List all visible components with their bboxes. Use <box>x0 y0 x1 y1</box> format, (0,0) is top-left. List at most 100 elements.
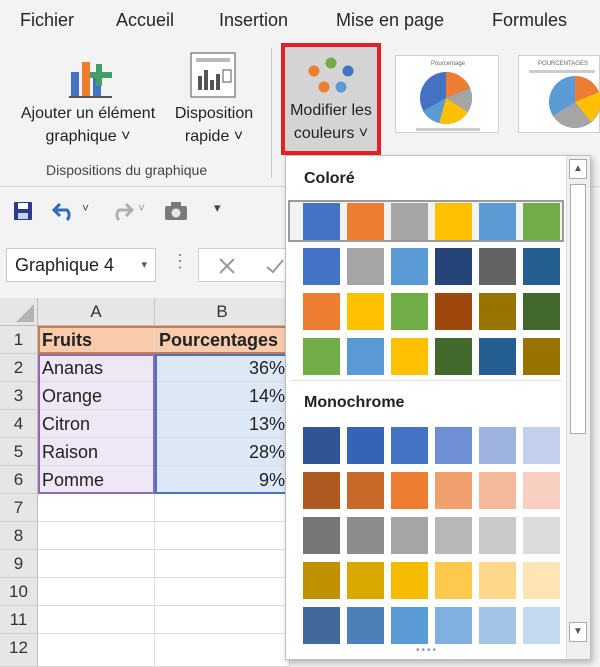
colorful-swatch[interactable] <box>523 338 560 375</box>
redo-dropdown-icon[interactable]: ˅ <box>138 201 145 215</box>
colorful-swatch[interactable] <box>391 293 428 330</box>
row-header[interactable]: 3 <box>0 382 38 410</box>
monochrome-swatch[interactable] <box>435 607 472 644</box>
colorful-swatch[interactable] <box>391 203 428 240</box>
row-header[interactable]: 9 <box>0 550 38 578</box>
monochrome-swatch[interactable] <box>303 427 340 464</box>
monochrome-swatch[interactable] <box>347 472 384 509</box>
add-chart-element-button[interactable]: Ajouter un élément graphique ˅ <box>8 48 168 150</box>
monochrome-swatch[interactable] <box>347 607 384 644</box>
cell-b5[interactable]: 28% <box>155 438 290 466</box>
colorful-swatch[interactable] <box>303 293 340 330</box>
monochrome-swatch[interactable] <box>303 607 340 644</box>
camera-icon[interactable] <box>163 200 189 222</box>
colorful-swatch[interactable] <box>347 248 384 285</box>
cell-b6[interactable]: 9% <box>155 466 290 494</box>
customize-toolbar-icon[interactable]: ▾ <box>214 200 221 216</box>
cell-a5[interactable]: Raison <box>38 438 155 466</box>
colorful-swatch[interactable] <box>435 203 472 240</box>
scroll-up-button[interactable]: ▲ <box>569 159 587 179</box>
monochrome-swatch[interactable] <box>391 472 428 509</box>
row-header[interactable]: 12 <box>0 634 38 667</box>
cell-a6[interactable]: Pomme <box>38 466 155 494</box>
tab-fichier[interactable]: Fichier <box>20 10 74 31</box>
cell-b2[interactable]: 36% <box>155 354 290 382</box>
scroll-down-button[interactable]: ▼ <box>569 622 587 642</box>
more-options-icon[interactable]: ⋮ <box>171 251 189 272</box>
colorful-swatch[interactable] <box>347 293 384 330</box>
monochrome-swatch[interactable] <box>479 607 516 644</box>
monochrome-swatch[interactable] <box>347 562 384 599</box>
select-all-corner[interactable] <box>0 298 38 326</box>
row-header[interactable]: 10 <box>0 578 38 606</box>
column-header-a[interactable]: A <box>38 298 155 326</box>
row-header[interactable]: 2 <box>0 354 38 382</box>
colorful-swatch[interactable] <box>479 293 516 330</box>
cell-empty[interactable] <box>155 522 290 550</box>
monochrome-swatch[interactable] <box>347 427 384 464</box>
colorful-swatch[interactable] <box>435 248 472 285</box>
monochrome-swatch[interactable] <box>523 607 560 644</box>
monochrome-swatch[interactable] <box>347 517 384 554</box>
tab-formules[interactable]: Formules <box>492 10 567 31</box>
monochrome-swatch[interactable] <box>303 517 340 554</box>
save-icon[interactable] <box>12 200 34 222</box>
monochrome-swatch[interactable] <box>523 562 560 599</box>
chart-style-thumbnail-2[interactable]: POURCENTAGES <box>518 55 600 133</box>
monochrome-swatch[interactable] <box>435 427 472 464</box>
colorful-swatch[interactable] <box>523 203 560 240</box>
row-header[interactable]: 8 <box>0 522 38 550</box>
colorful-swatch[interactable] <box>435 293 472 330</box>
name-box-dropdown-icon[interactable]: ▾ <box>141 258 147 271</box>
monochrome-swatch[interactable] <box>523 472 560 509</box>
colorful-swatch[interactable] <box>479 248 516 285</box>
cell-b1[interactable]: Pourcentages <box>155 326 290 354</box>
colorful-swatch[interactable] <box>303 338 340 375</box>
monochrome-swatch[interactable] <box>523 517 560 554</box>
cell-empty[interactable] <box>155 578 290 606</box>
resize-handle-icon[interactable]: •••• <box>416 645 438 656</box>
cancel-icon[interactable] <box>217 256 237 276</box>
name-box[interactable]: Graphique 4 ▾ <box>6 248 156 282</box>
monochrome-swatch[interactable] <box>303 472 340 509</box>
cell-b3[interactable]: 14% <box>155 382 290 410</box>
cell-a3[interactable]: Orange <box>38 382 155 410</box>
monochrome-swatch[interactable] <box>303 562 340 599</box>
change-colors-button[interactable]: Modifier les couleurs ˅ <box>281 43 381 155</box>
colorful-swatch[interactable] <box>479 338 516 375</box>
monochrome-swatch[interactable] <box>479 427 516 464</box>
cell-a1[interactable]: Fruits <box>38 326 155 354</box>
tab-accueil[interactable]: Accueil <box>116 10 174 31</box>
cell-empty[interactable] <box>155 634 290 667</box>
scroll-thumb[interactable] <box>570 184 586 434</box>
cell-empty[interactable] <box>155 606 290 634</box>
column-header-b[interactable]: B <box>155 298 290 326</box>
cell-a4[interactable]: Citron <box>38 410 155 438</box>
colorful-swatch[interactable] <box>391 248 428 285</box>
cell-empty[interactable] <box>38 606 155 634</box>
row-header[interactable]: 6 <box>0 466 38 494</box>
cell-empty[interactable] <box>155 550 290 578</box>
cell-empty[interactable] <box>38 578 155 606</box>
monochrome-swatch[interactable] <box>391 607 428 644</box>
cell-empty[interactable] <box>38 522 155 550</box>
colorful-swatch[interactable] <box>347 203 384 240</box>
cell-empty[interactable] <box>155 494 290 522</box>
monochrome-swatch[interactable] <box>391 517 428 554</box>
row-header[interactable]: 1 <box>0 326 38 354</box>
monochrome-swatch[interactable] <box>391 427 428 464</box>
colorful-swatch[interactable] <box>391 338 428 375</box>
monochrome-swatch[interactable] <box>435 472 472 509</box>
monochrome-swatch[interactable] <box>479 472 516 509</box>
colorful-swatch[interactable] <box>523 293 560 330</box>
cell-b4[interactable]: 13% <box>155 410 290 438</box>
cell-empty[interactable] <box>38 494 155 522</box>
monochrome-swatch[interactable] <box>523 427 560 464</box>
redo-icon[interactable] <box>108 200 134 222</box>
colorful-swatch[interactable] <box>303 248 340 285</box>
cell-a2[interactable]: Ananas <box>38 354 155 382</box>
colorful-swatch[interactable] <box>347 338 384 375</box>
colorful-swatch[interactable] <box>479 203 516 240</box>
row-header[interactable]: 11 <box>0 606 38 634</box>
monochrome-swatch[interactable] <box>435 562 472 599</box>
